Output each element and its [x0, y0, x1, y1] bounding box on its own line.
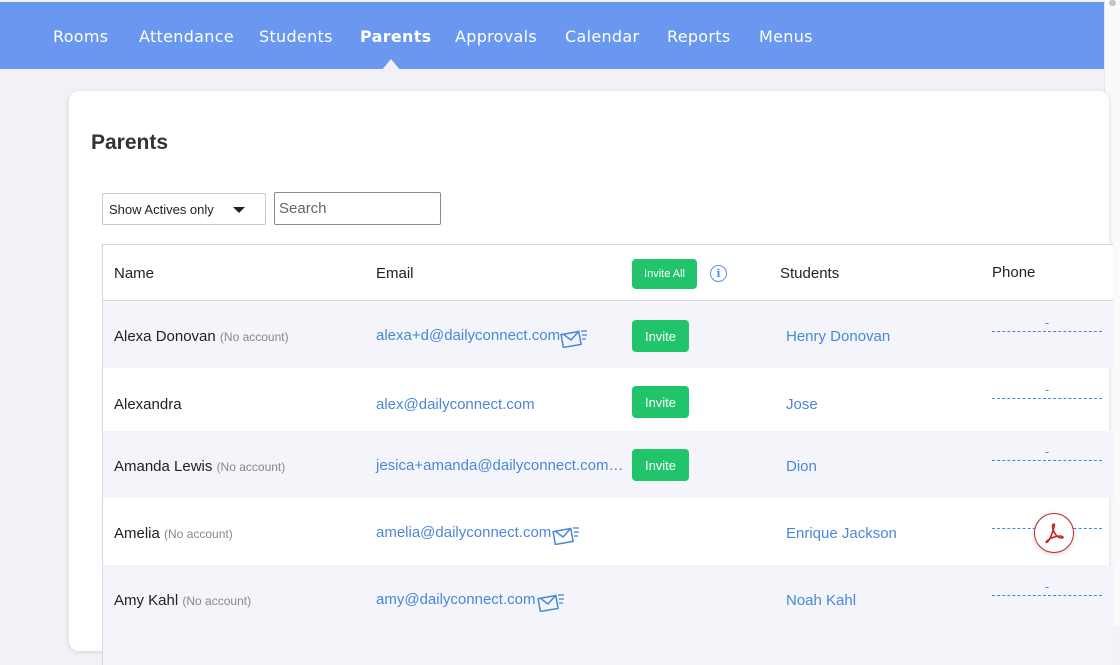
column-header-phone: Phone — [992, 264, 1036, 281]
parent-email-link[interactable]: jesica+amanda@dailyconnect.com… — [376, 457, 623, 474]
invite-button[interactable]: Invite — [632, 320, 689, 352]
student-link[interactable]: Jose — [786, 396, 818, 413]
table-row: Alexandra alex@dailyconnect.com Invite J… — [103, 368, 1113, 431]
parent-email-link[interactable]: amy@dailyconnect.com — [376, 591, 535, 608]
invite-button[interactable]: Invite — [632, 386, 689, 418]
student-link[interactable]: Dion — [786, 458, 817, 475]
student-link[interactable]: Noah Kahl — [786, 592, 856, 609]
parent-name-cell: Amy Kahl (No account) — [114, 592, 251, 609]
column-header-name: Name — [114, 265, 155, 282]
parent-email-link[interactable]: alex@dailyconnect.com — [376, 396, 535, 413]
nav-reports[interactable]: Reports — [667, 27, 730, 46]
scrollbar-thumb[interactable] — [1109, 0, 1116, 6]
nav-parents[interactable]: Parents — [360, 27, 432, 46]
parent-email-link[interactable]: amelia@dailyconnect.com — [376, 524, 551, 541]
parent-name: Amelia — [114, 525, 160, 542]
parent-name: Alexa Donovan — [114, 328, 216, 345]
status-filter-value: Show Actives only — [109, 202, 214, 217]
table-header: Name Email Invite All i Students Phone — [103, 245, 1113, 301]
table-row: Alexa Donovan (No account) alexa+d@daily… — [103, 301, 1113, 368]
nav-menus[interactable]: Menus — [759, 27, 813, 46]
parents-table: Name Email Invite All i Students Phone A… — [102, 244, 1113, 665]
column-header-email: Email — [376, 265, 414, 282]
table-row: Amelia (No account) amelia@dailyconnect.… — [103, 498, 1113, 565]
nav-approvals[interactable]: Approvals — [455, 27, 537, 46]
account-status: (No account) — [219, 330, 289, 344]
phone-field[interactable]: - — [992, 444, 1102, 461]
phone-field[interactable]: - — [992, 382, 1102, 399]
nav-rooms[interactable]: Rooms — [53, 27, 108, 46]
invite-all-button[interactable]: Invite All — [632, 259, 697, 289]
nav-calendar[interactable]: Calendar — [565, 27, 639, 46]
search-input[interactable] — [274, 192, 441, 225]
phone-field[interactable]: - — [992, 315, 1102, 332]
status-filter-dropdown[interactable]: Show Actives only — [102, 193, 266, 225]
account-status: (No account) — [182, 594, 252, 608]
account-status: (No account) — [164, 527, 233, 541]
parent-name: Amanda Lewis — [114, 458, 213, 475]
active-nav-indicator — [381, 59, 401, 71]
send-mail-icon[interactable] — [560, 328, 588, 348]
pdf-export-button[interactable] — [1034, 513, 1074, 553]
parents-panel: Parents Show Actives only Name Email Inv… — [69, 91, 1113, 665]
student-link[interactable]: Enrique Jackson — [786, 525, 897, 542]
info-icon[interactable]: i — [710, 265, 727, 282]
parent-name-cell: Alexa Donovan (No account) — [114, 328, 289, 345]
send-mail-icon[interactable] — [552, 525, 580, 545]
send-mail-icon[interactable] — [537, 592, 565, 612]
account-status: (No account) — [216, 460, 286, 474]
table-row: Amanda Lewis (No account) jesica+amanda@… — [103, 431, 1113, 498]
column-header-students: Students — [780, 265, 840, 282]
nav-students[interactable]: Students — [259, 27, 333, 46]
nav-attendance[interactable]: Attendance — [139, 27, 234, 46]
page-title: Parents — [91, 131, 169, 154]
chevron-down-icon — [233, 207, 245, 213]
student-link[interactable]: Henry Donovan — [786, 328, 890, 345]
parent-name: Alexandra — [114, 396, 182, 413]
invite-button[interactable]: Invite — [632, 449, 689, 481]
pdf-icon — [1045, 523, 1064, 544]
parent-name-cell: Amelia (No account) — [114, 525, 233, 542]
table-row: Amy Kahl (No account) amy@dailyconnect.c… — [103, 565, 1113, 665]
parent-name: Amy Kahl — [114, 592, 179, 609]
parent-email-link[interactable]: alexa+d@dailyconnect.com — [376, 327, 560, 344]
parent-name-cell: Amanda Lewis (No account) — [114, 458, 285, 475]
phone-field[interactable]: - — [992, 579, 1102, 596]
top-nav-bar: Rooms Attendance Students Parents Approv… — [0, 2, 1105, 71]
